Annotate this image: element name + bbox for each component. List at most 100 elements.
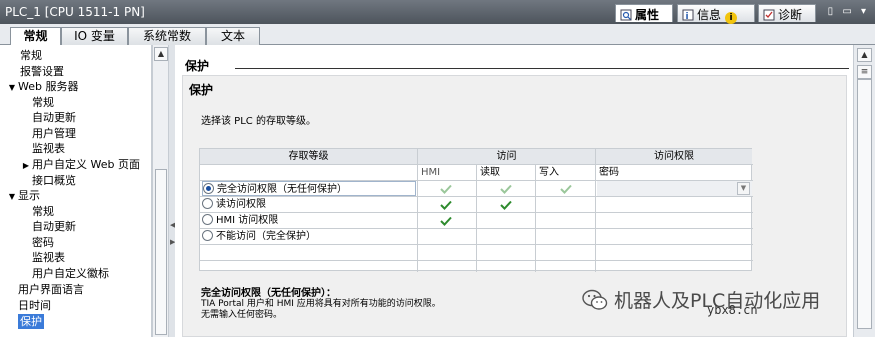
nav-item-user-web-pages[interactable]: ▶ 用户自定义 Web 页面 bbox=[20, 157, 140, 172]
header-access-level: 存取等级 bbox=[200, 149, 417, 164]
nav-label: 常规 bbox=[20, 49, 42, 62]
radio-no-access[interactable] bbox=[202, 230, 213, 241]
access-level-row[interactable]: 读访问权限 bbox=[202, 197, 416, 212]
nav-item-user-management[interactable]: 用户管理 bbox=[32, 126, 76, 141]
check-icon bbox=[500, 184, 512, 194]
tab-texts[interactable]: 文本 bbox=[206, 27, 260, 45]
nav-item-general[interactable]: 常规 bbox=[20, 48, 42, 63]
tab-io-tags[interactable]: IO 变量 bbox=[61, 27, 128, 45]
header-access: 访问 bbox=[418, 149, 595, 164]
access-level-row[interactable]: 不能访问（完全保护） bbox=[202, 229, 416, 244]
nav-item-time-of-day[interactable]: 日时间 bbox=[18, 298, 51, 313]
window-controls[interactable]: ▯ ▭ ▾ bbox=[828, 6, 869, 17]
nav-item-user-logo[interactable]: 用户自定义徽标 bbox=[32, 266, 109, 281]
nav-label: 保护 bbox=[20, 315, 42, 328]
watermark-site: ybx8.cn bbox=[707, 303, 758, 317]
tab-system-constants[interactable]: 系统常数 bbox=[128, 27, 206, 45]
check-icon bbox=[560, 184, 572, 194]
grid-line bbox=[476, 164, 477, 272]
nav-item-alarm-settings[interactable]: 报警设置 bbox=[20, 64, 64, 79]
nav-item-web-auto-update[interactable]: 自动更新 bbox=[32, 110, 76, 125]
protection-description: 选择该 PLC 的存取等级。 bbox=[201, 116, 316, 127]
row-label: 完全访问权限（无任何保护） bbox=[217, 184, 347, 195]
nav-label: 常规 bbox=[32, 96, 54, 109]
content-scrollbar[interactable]: ▲ ≡ bbox=[853, 45, 875, 337]
nav-item-display-general[interactable]: 常规 bbox=[32, 204, 54, 219]
access-level-row[interactable]: 完全访问权限（无任何保护） bbox=[202, 181, 416, 196]
pane-splitter[interactable]: ◀ ▶ bbox=[168, 45, 175, 337]
nav-label: 用户界面语言 bbox=[18, 283, 84, 296]
scroll-up-icon[interactable]: ▲ bbox=[857, 48, 872, 62]
nav-label: 接口概览 bbox=[32, 174, 76, 187]
nav-item-display-watch-table[interactable]: 监视表 bbox=[32, 250, 65, 265]
nav-item-web-server[interactable]: ▼ Web 服务器 bbox=[6, 79, 79, 95]
svg-text:i: i bbox=[686, 12, 689, 21]
nav-item-interface-overview[interactable]: 接口概览 bbox=[32, 173, 76, 188]
watermark: 机器人及PLC自动化应用 bbox=[582, 286, 820, 313]
properties-icon bbox=[620, 9, 632, 21]
nav-scrollbar[interactable]: ▲ bbox=[152, 45, 168, 337]
info-badge-icon: i bbox=[725, 12, 738, 24]
nav-item-password[interactable]: 密码 bbox=[32, 235, 54, 250]
tab-properties[interactable]: 属性 bbox=[615, 4, 673, 22]
nav-item-display[interactable]: ▼ 显示 bbox=[6, 188, 40, 203]
nav-label: 自动更新 bbox=[32, 111, 76, 124]
dropdown-arrow-icon[interactable]: ▼ bbox=[737, 182, 750, 195]
diagnostics-icon bbox=[763, 9, 775, 21]
selected-level-desc-2: 无需输入任何密码。 bbox=[201, 310, 283, 320]
row-label: 不能访问（完全保护） bbox=[216, 231, 316, 242]
title-bar: PLC_1 [CPU 1511-1 PN] 属性 i 信息 i 诊断 ▯ ▭ ▾ bbox=[0, 0, 875, 24]
nav-label: 用户自定义 Web 页面 bbox=[32, 158, 140, 171]
password-cell[interactable] bbox=[597, 181, 752, 196]
header-password: 密码 bbox=[599, 167, 619, 178]
check-icon bbox=[440, 184, 452, 194]
section-title: 保护 bbox=[185, 59, 210, 73]
nav-label: 密码 bbox=[32, 236, 54, 249]
tab-info-label: 信息 bbox=[697, 8, 722, 22]
tab-diagnostics[interactable]: 诊断 bbox=[758, 4, 816, 22]
radio-read-access[interactable] bbox=[202, 198, 213, 209]
row-label: HMI 访问权限 bbox=[216, 215, 279, 226]
tab-info[interactable]: i 信息 i bbox=[677, 4, 755, 24]
scroll-thumb[interactable] bbox=[155, 169, 167, 335]
grid-line bbox=[535, 164, 536, 272]
scroll-up-icon[interactable]: ▲ bbox=[154, 47, 168, 61]
nav-label: 用户管理 bbox=[32, 127, 76, 140]
nav-item-ui-language[interactable]: 用户界面语言 bbox=[18, 282, 84, 297]
expand-arrow-icon[interactable]: ▼ bbox=[6, 80, 18, 95]
check-icon bbox=[440, 200, 452, 210]
scroll-thumb[interactable] bbox=[857, 79, 872, 329]
row-label: 读访问权限 bbox=[216, 199, 266, 210]
info-icon: i bbox=[682, 9, 694, 21]
header-hmi: HMI bbox=[421, 167, 441, 178]
radio-full-access[interactable] bbox=[203, 183, 214, 194]
window-title: PLC_1 [CPU 1511-1 PN] bbox=[5, 5, 145, 19]
nav-label: 日时间 bbox=[18, 299, 51, 312]
expand-arrow-icon[interactable]: ▶ bbox=[20, 158, 32, 173]
nav-label: Web 服务器 bbox=[18, 80, 79, 93]
access-level-row[interactable]: HMI 访问权限 bbox=[202, 213, 416, 228]
nav-item-watch-table[interactable]: 监视表 bbox=[32, 141, 65, 156]
scroll-menu-icon[interactable]: ≡ bbox=[857, 65, 872, 79]
nav-item-protection[interactable]: 保护 bbox=[18, 314, 44, 329]
nav-item-display-auto-update[interactable]: 自动更新 bbox=[32, 219, 76, 234]
grid-line bbox=[595, 149, 596, 272]
nav-item-web-general[interactable]: 常规 bbox=[32, 95, 54, 110]
nav-label: 常规 bbox=[32, 205, 54, 218]
nav-label: 自动更新 bbox=[32, 220, 76, 233]
header-access-permission: 访问权限 bbox=[596, 149, 752, 164]
nav-label: 用户自定义徽标 bbox=[32, 267, 109, 280]
tab-diagnostics-label: 诊断 bbox=[778, 8, 803, 22]
radio-hmi-access[interactable] bbox=[202, 214, 213, 225]
section-divider bbox=[235, 68, 849, 69]
tab-general[interactable]: 常规 bbox=[10, 27, 61, 46]
navigation-tree: 常规 报警设置 ▼ Web 服务器 常规 自动更新 用户管理 监视表 ▶ 用户自定义… bbox=[0, 45, 152, 337]
tab-bar: 常规 IO 变量 系统常数 文本 bbox=[0, 24, 875, 46]
nav-label: 监视表 bbox=[32, 142, 65, 155]
wechat-icon bbox=[582, 289, 608, 310]
grid-line bbox=[417, 149, 418, 272]
header-write: 写入 bbox=[539, 167, 559, 178]
expand-arrow-icon[interactable]: ▼ bbox=[6, 189, 18, 204]
check-icon bbox=[440, 216, 452, 226]
nav-label: 监视表 bbox=[32, 251, 65, 264]
